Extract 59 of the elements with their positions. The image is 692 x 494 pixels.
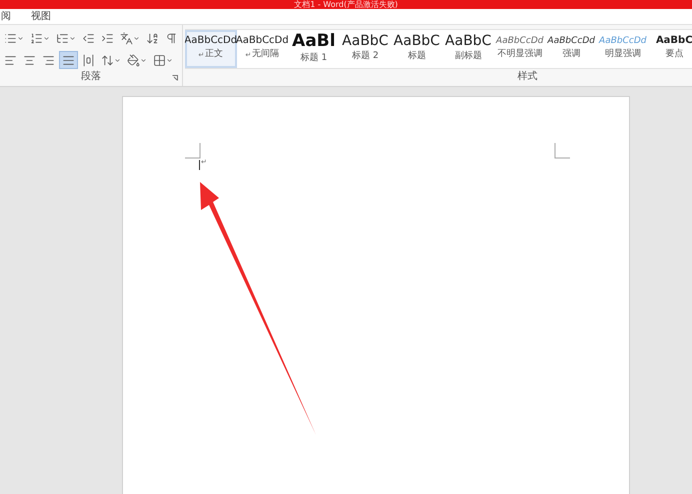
justify-icon xyxy=(62,54,75,66)
style-sample: AaBbC xyxy=(445,34,492,48)
style-label: 副标题 xyxy=(454,50,482,64)
group-label: 样式 xyxy=(518,70,538,84)
caret-icon xyxy=(166,56,173,64)
style-label: 强调 xyxy=(562,48,580,61)
menu-tab[interactable]: 视图 xyxy=(30,9,52,24)
chinese-layout-icon xyxy=(120,32,133,44)
style-item[interactable]: AaBbC 标题 2 xyxy=(340,30,391,68)
line-spacing-icon xyxy=(101,54,114,66)
style-label: 标题 xyxy=(408,50,426,64)
style-item[interactable]: AaBbC 副标题 xyxy=(442,30,494,68)
window-title: 文档1 - Word(产品激活失败) xyxy=(294,0,398,9)
style-sample: AaBbCcDd xyxy=(599,36,646,46)
style-sample: AaBbC xyxy=(656,36,692,46)
style-item[interactable]: AaBbCcDd 强调 xyxy=(546,30,597,68)
style-label: 标题 1 xyxy=(300,52,328,65)
style-item[interactable]: AaBbC 标题 xyxy=(391,30,442,68)
menu-tab[interactable]: 阅 xyxy=(0,9,12,24)
style-item[interactable]: AaBbCcDd 明显强调 xyxy=(597,30,648,68)
style-label: 要点 xyxy=(665,48,684,62)
caret-icon xyxy=(17,34,24,42)
borders-icon xyxy=(153,54,166,66)
margin-corner-icon xyxy=(554,143,570,159)
decrease-indent-icon xyxy=(82,32,95,44)
caret-icon xyxy=(133,34,140,42)
style-label: 不明显强调 xyxy=(497,48,542,61)
increase-indent-icon xyxy=(101,32,114,44)
margin-corner-icon xyxy=(185,143,201,159)
style-item[interactable]: AaBbCcDd 不明显强调 xyxy=(494,30,546,68)
align-left-icon xyxy=(4,54,17,66)
show-marks-icon xyxy=(165,32,178,44)
style-label: 明显强调 xyxy=(604,48,641,61)
caret-icon xyxy=(140,56,147,64)
style-label: 标题 2 xyxy=(352,50,379,64)
style-sample: AaBbCcDd xyxy=(496,36,544,46)
multilevel-list-icon xyxy=(56,32,69,44)
align-right-icon xyxy=(42,54,55,66)
style-sample: AaBbC xyxy=(342,34,388,48)
text-cursor xyxy=(199,160,200,170)
style-item[interactable]: AaBl 标题 1 xyxy=(288,30,340,68)
style-sample: AaBl xyxy=(292,32,336,50)
style-sample: AaBbCcDd xyxy=(548,36,595,46)
dialog-launcher-icon[interactable] xyxy=(172,75,178,81)
style-sample: AaBbC xyxy=(394,34,440,48)
style-item[interactable]: AaBbC 要点 xyxy=(648,30,692,68)
sort-icon xyxy=(146,32,159,44)
shading-icon xyxy=(127,54,140,66)
style-label: 无间隔 xyxy=(252,48,280,62)
distribute-icon xyxy=(82,54,95,66)
caret-icon xyxy=(43,34,50,42)
style-label: 正文 xyxy=(205,48,224,62)
numbering-icon xyxy=(30,32,43,44)
justify-button[interactable] xyxy=(59,51,78,69)
group-label: 段落 xyxy=(81,70,101,84)
caret-icon xyxy=(114,56,121,64)
align-center-icon xyxy=(23,54,36,66)
caret-icon xyxy=(69,34,76,42)
style-sample: AaBbCcDd xyxy=(236,36,289,46)
